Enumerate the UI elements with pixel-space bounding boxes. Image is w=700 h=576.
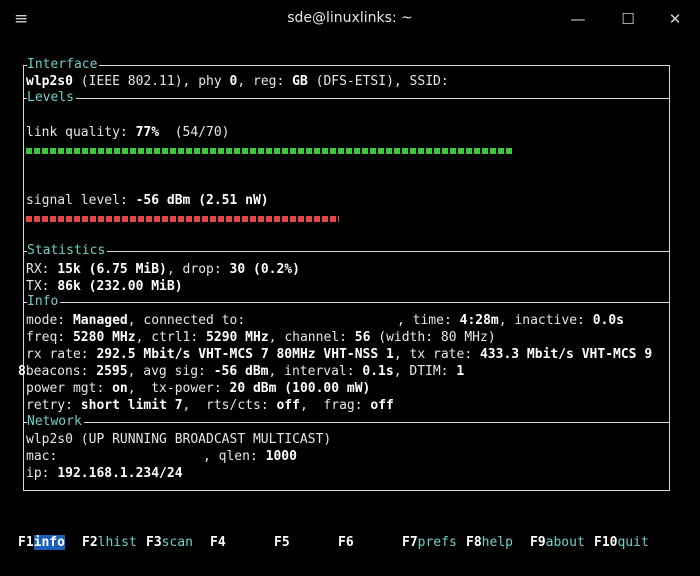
freq-line: freq: 5280 MHz, ctrl1: 5290 MHz, channel…: [26, 330, 496, 345]
close-icon[interactable]: ✕: [665, 10, 685, 30]
fkey-quit[interactable]: F10quit: [594, 534, 649, 552]
power-line: power mgt: on, tx-power: 20 dBm (100.00 …: [26, 381, 371, 396]
fkey-scan[interactable]: F3scan: [146, 534, 193, 552]
beacons-line: 8beacons: 2595, avg sig: -56 dBm, interv…: [18, 364, 465, 379]
qlen-line: , qlen: 1000: [203, 449, 297, 464]
levels-separator: [23, 98, 670, 99]
fkey-f6[interactable]: F6: [338, 534, 354, 552]
minimize-icon[interactable]: —: [568, 10, 588, 30]
ip-line: ip: 192.168.1.234/24: [26, 466, 183, 481]
fkey-about[interactable]: F9about: [530, 534, 585, 552]
rx-stats-line: RX: 15k (6.75 MiB), drop: 30 (0.2%): [26, 262, 300, 277]
fkey-lhist[interactable]: F2lhist: [82, 534, 137, 552]
info-separator: [23, 302, 670, 303]
network-flags-line: wlp2s0 (UP RUNNING BROADCAST MULTICAST): [26, 432, 332, 447]
link-quality-line: link quality: 77% (54/70): [26, 125, 230, 140]
mode-line: mode: Managed, connected to:: [26, 313, 246, 328]
retry-line: retry: short limit 7, rts/cts: off, frag…: [26, 398, 394, 413]
info-section-title: Info: [27, 294, 61, 309]
maximize-icon[interactable]: ☐: [618, 10, 638, 30]
signal-level-bar: [26, 216, 339, 222]
fkey-f4[interactable]: F4: [210, 534, 226, 552]
network-section-title: Network: [27, 414, 84, 429]
link-quality-bar: [26, 148, 513, 154]
network-separator: [23, 422, 670, 423]
tx-stats-line: TX: 86k (232.00 MiB): [26, 279, 183, 294]
fkey-prefs[interactable]: F7prefs: [402, 534, 457, 552]
fkey-help[interactable]: F8help: [466, 534, 513, 552]
window-title: sde@linuxlinks: ~: [287, 10, 413, 26]
rate-line: rx rate: 292.5 Mbit/s VHT-MCS 7 80MHz VH…: [26, 347, 653, 362]
statistics-separator: [23, 251, 670, 252]
fkey-f5[interactable]: F5: [274, 534, 290, 552]
terminal: Interface Levels Statistics Info Network…: [0, 40, 700, 576]
title-bar: ≡ sde@linuxlinks: ~ — ☐ ✕: [0, 0, 700, 40]
statistics-section-title: Statistics: [27, 243, 108, 258]
time-line: , time: 4:28m, inactive: 0.0s: [397, 313, 624, 328]
function-key-bar: F1info F2lhist F3scan F4 F5 F6 F7prefs F…: [0, 534, 700, 554]
interface-section-title: Interface: [27, 57, 100, 72]
levels-section-title: Levels: [27, 90, 76, 105]
interface-line: wlp2s0 (IEEE 802.11), phy 0, reg: GB (DF…: [26, 74, 449, 89]
mac-label: mac:: [26, 449, 66, 464]
fkey-info[interactable]: F1info: [18, 534, 65, 552]
signal-level-line: signal level: -56 dBm (2.51 nW): [26, 193, 269, 208]
